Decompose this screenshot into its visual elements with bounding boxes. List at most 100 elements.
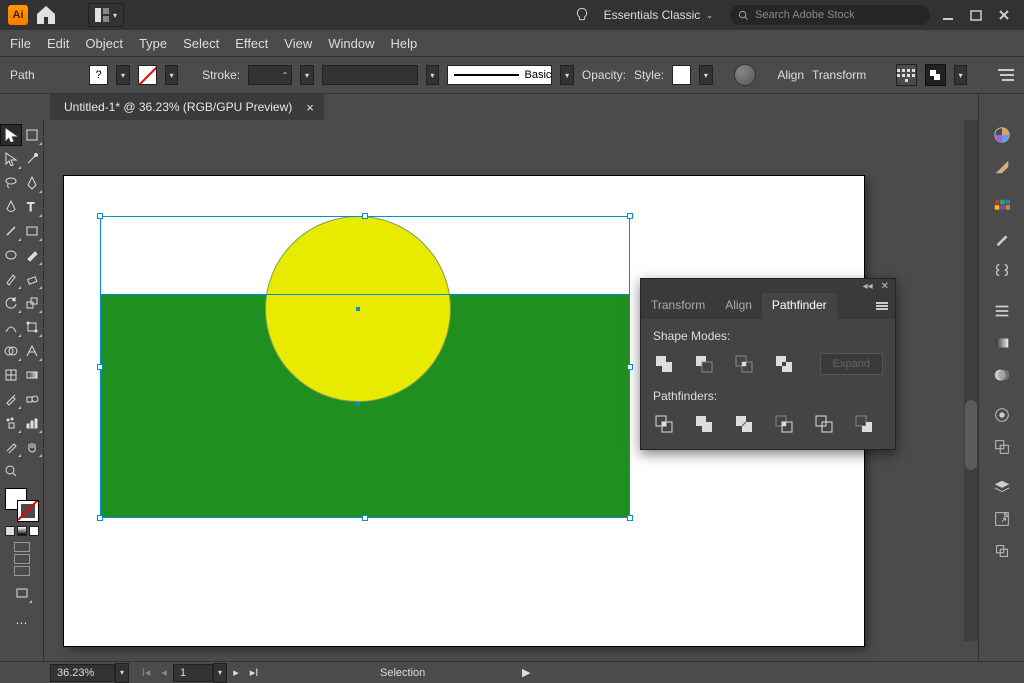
discover-icon[interactable]	[567, 0, 597, 30]
line-segment-tool[interactable]	[0, 220, 22, 242]
control-menu-icon[interactable]	[993, 64, 1014, 86]
artboard-dropdown[interactable]: ▾	[213, 663, 227, 683]
direct-selection-tool[interactable]	[0, 148, 22, 170]
menu-view[interactable]: View	[284, 36, 312, 51]
opacity-link[interactable]: Opacity:	[582, 68, 626, 82]
zoom-tool[interactable]	[0, 460, 22, 482]
symbol-sprayer-tool[interactable]	[0, 412, 22, 434]
status-more-icon[interactable]: ▶	[522, 666, 530, 679]
tab-transform[interactable]: Transform	[641, 293, 715, 319]
stock-search-input[interactable]: Search Adobe Stock	[730, 5, 930, 25]
gradient-panel-icon[interactable]	[991, 332, 1013, 354]
color-mode-icon[interactable]	[5, 526, 15, 536]
workspace-switcher[interactable]: Essentials Classic ⌄	[597, 5, 720, 25]
stroke-indicator[interactable]	[17, 500, 39, 522]
artboards-panel-icon[interactable]	[991, 540, 1013, 562]
selection-handle[interactable]	[97, 364, 103, 370]
magic-wand-tool[interactable]	[22, 148, 44, 170]
panel-collapse-icon[interactable]: ◂◂	[863, 281, 873, 292]
graphic-style-dropdown[interactable]: ▾	[699, 65, 712, 85]
vertical-scroll-thumb[interactable]	[965, 400, 977, 470]
swatches-panel-icon[interactable]	[991, 196, 1013, 218]
artboard-number-field[interactable]: 1	[173, 664, 213, 682]
selection-handle[interactable]	[97, 515, 103, 521]
stroke-swatch[interactable]	[138, 65, 157, 85]
fill-dropdown[interactable]: ▾	[116, 65, 129, 85]
artboard-tool[interactable]	[22, 124, 43, 146]
next-artboard-icon[interactable]: ▸	[227, 664, 245, 682]
panel-close-icon[interactable]: ✕	[881, 281, 889, 292]
perspective-grid-tool[interactable]	[22, 340, 44, 362]
isolate-selected-object-icon[interactable]	[925, 64, 946, 86]
slice-tool[interactable]	[0, 436, 22, 458]
menu-type[interactable]: Type	[139, 36, 167, 51]
eraser-tool[interactable]	[22, 268, 44, 290]
variable-width-profile[interactable]	[322, 65, 418, 85]
selection-handle[interactable]	[627, 364, 633, 370]
width-tool[interactable]	[0, 316, 22, 338]
menu-select[interactable]: Select	[183, 36, 219, 51]
free-transform-tool[interactable]	[22, 316, 44, 338]
blend-tool[interactable]	[22, 388, 44, 410]
first-artboard-icon[interactable]: I◂	[137, 664, 155, 682]
pathfinder-divide-icon[interactable]	[653, 413, 675, 435]
isolate-dropdown[interactable]: ▾	[954, 65, 967, 85]
graphic-styles-panel-icon[interactable]	[991, 436, 1013, 458]
zoom-dropdown[interactable]: ▾	[115, 663, 129, 683]
menu-edit[interactable]: Edit	[47, 36, 69, 51]
pathfinder-crop-icon[interactable]	[773, 413, 795, 435]
close-button[interactable]	[996, 7, 1012, 23]
stroke-weight-dropdown[interactable]: ▾	[300, 65, 313, 85]
curvature-tool[interactable]	[0, 196, 22, 218]
rectangle-tool[interactable]	[22, 220, 44, 242]
graphic-style-swatch[interactable]	[672, 65, 691, 85]
column-graph-tool[interactable]	[22, 412, 44, 434]
variable-width-dropdown[interactable]: ▾	[426, 65, 439, 85]
arrange-documents-button[interactable]: ▾	[88, 3, 124, 27]
brushes-panel-icon[interactable]	[991, 228, 1013, 250]
stroke-weight-field[interactable]: ⌃	[248, 65, 292, 85]
brush-dropdown[interactable]: ▾	[560, 65, 573, 85]
shape-builder-tool[interactable]	[0, 340, 22, 362]
menu-effect[interactable]: Effect	[235, 36, 268, 51]
pathfinder-minus-back-icon[interactable]	[853, 413, 875, 435]
paintbrush-tool[interactable]	[22, 244, 44, 266]
shape-mode-unite-icon[interactable]	[653, 353, 675, 375]
shape-mode-intersect-icon[interactable]	[733, 353, 755, 375]
color-panel-icon[interactable]	[991, 124, 1013, 146]
menu-object[interactable]: Object	[85, 36, 123, 51]
pathfinder-outline-icon[interactable]	[813, 413, 835, 435]
gradient-tool[interactable]	[22, 364, 44, 386]
selection-handle[interactable]	[362, 213, 368, 219]
screen-mode-icon[interactable]	[11, 582, 33, 604]
color-guide-panel-icon[interactable]	[991, 156, 1013, 178]
pencil-tool[interactable]	[0, 268, 22, 290]
mesh-tool[interactable]	[0, 364, 22, 386]
menu-help[interactable]: Help	[390, 36, 417, 51]
hand-tool[interactable]	[22, 436, 44, 458]
home-icon[interactable]	[34, 3, 58, 27]
vertical-scrollbar[interactable]	[964, 120, 978, 641]
brush-definition[interactable]: Basic	[447, 65, 552, 85]
rotate-tool[interactable]	[0, 292, 22, 314]
shape-mode-exclude-icon[interactable]	[773, 353, 795, 375]
close-tab-icon[interactable]: ×	[306, 100, 314, 115]
appearance-panel-icon[interactable]	[991, 404, 1013, 426]
document-tab[interactable]: Untitled-1* @ 36.23% (RGB/GPU Preview) ×	[50, 94, 324, 120]
layers-panel-icon[interactable]	[991, 476, 1013, 498]
stroke-panel-link[interactable]: Stroke:	[202, 68, 240, 82]
gradient-mode-icon[interactable]	[17, 526, 27, 536]
recolor-artwork-icon[interactable]	[734, 64, 755, 86]
shape-mode-minus-front-icon[interactable]	[693, 353, 715, 375]
maximize-button[interactable]	[968, 7, 984, 23]
align-to-pixel-grid-icon[interactable]	[896, 64, 917, 86]
edit-toolbar-icon[interactable]: ⋯	[11, 612, 33, 634]
transform-panel-link[interactable]: Transform	[812, 68, 866, 82]
none-mode-icon[interactable]	[29, 526, 39, 536]
prev-artboard-icon[interactable]: ◂	[155, 664, 173, 682]
pathfinder-trim-icon[interactable]	[693, 413, 715, 435]
minimize-button[interactable]	[940, 7, 956, 23]
tab-align[interactable]: Align	[715, 293, 762, 319]
pen-tool[interactable]	[22, 172, 44, 194]
selection-tool[interactable]	[0, 124, 22, 146]
